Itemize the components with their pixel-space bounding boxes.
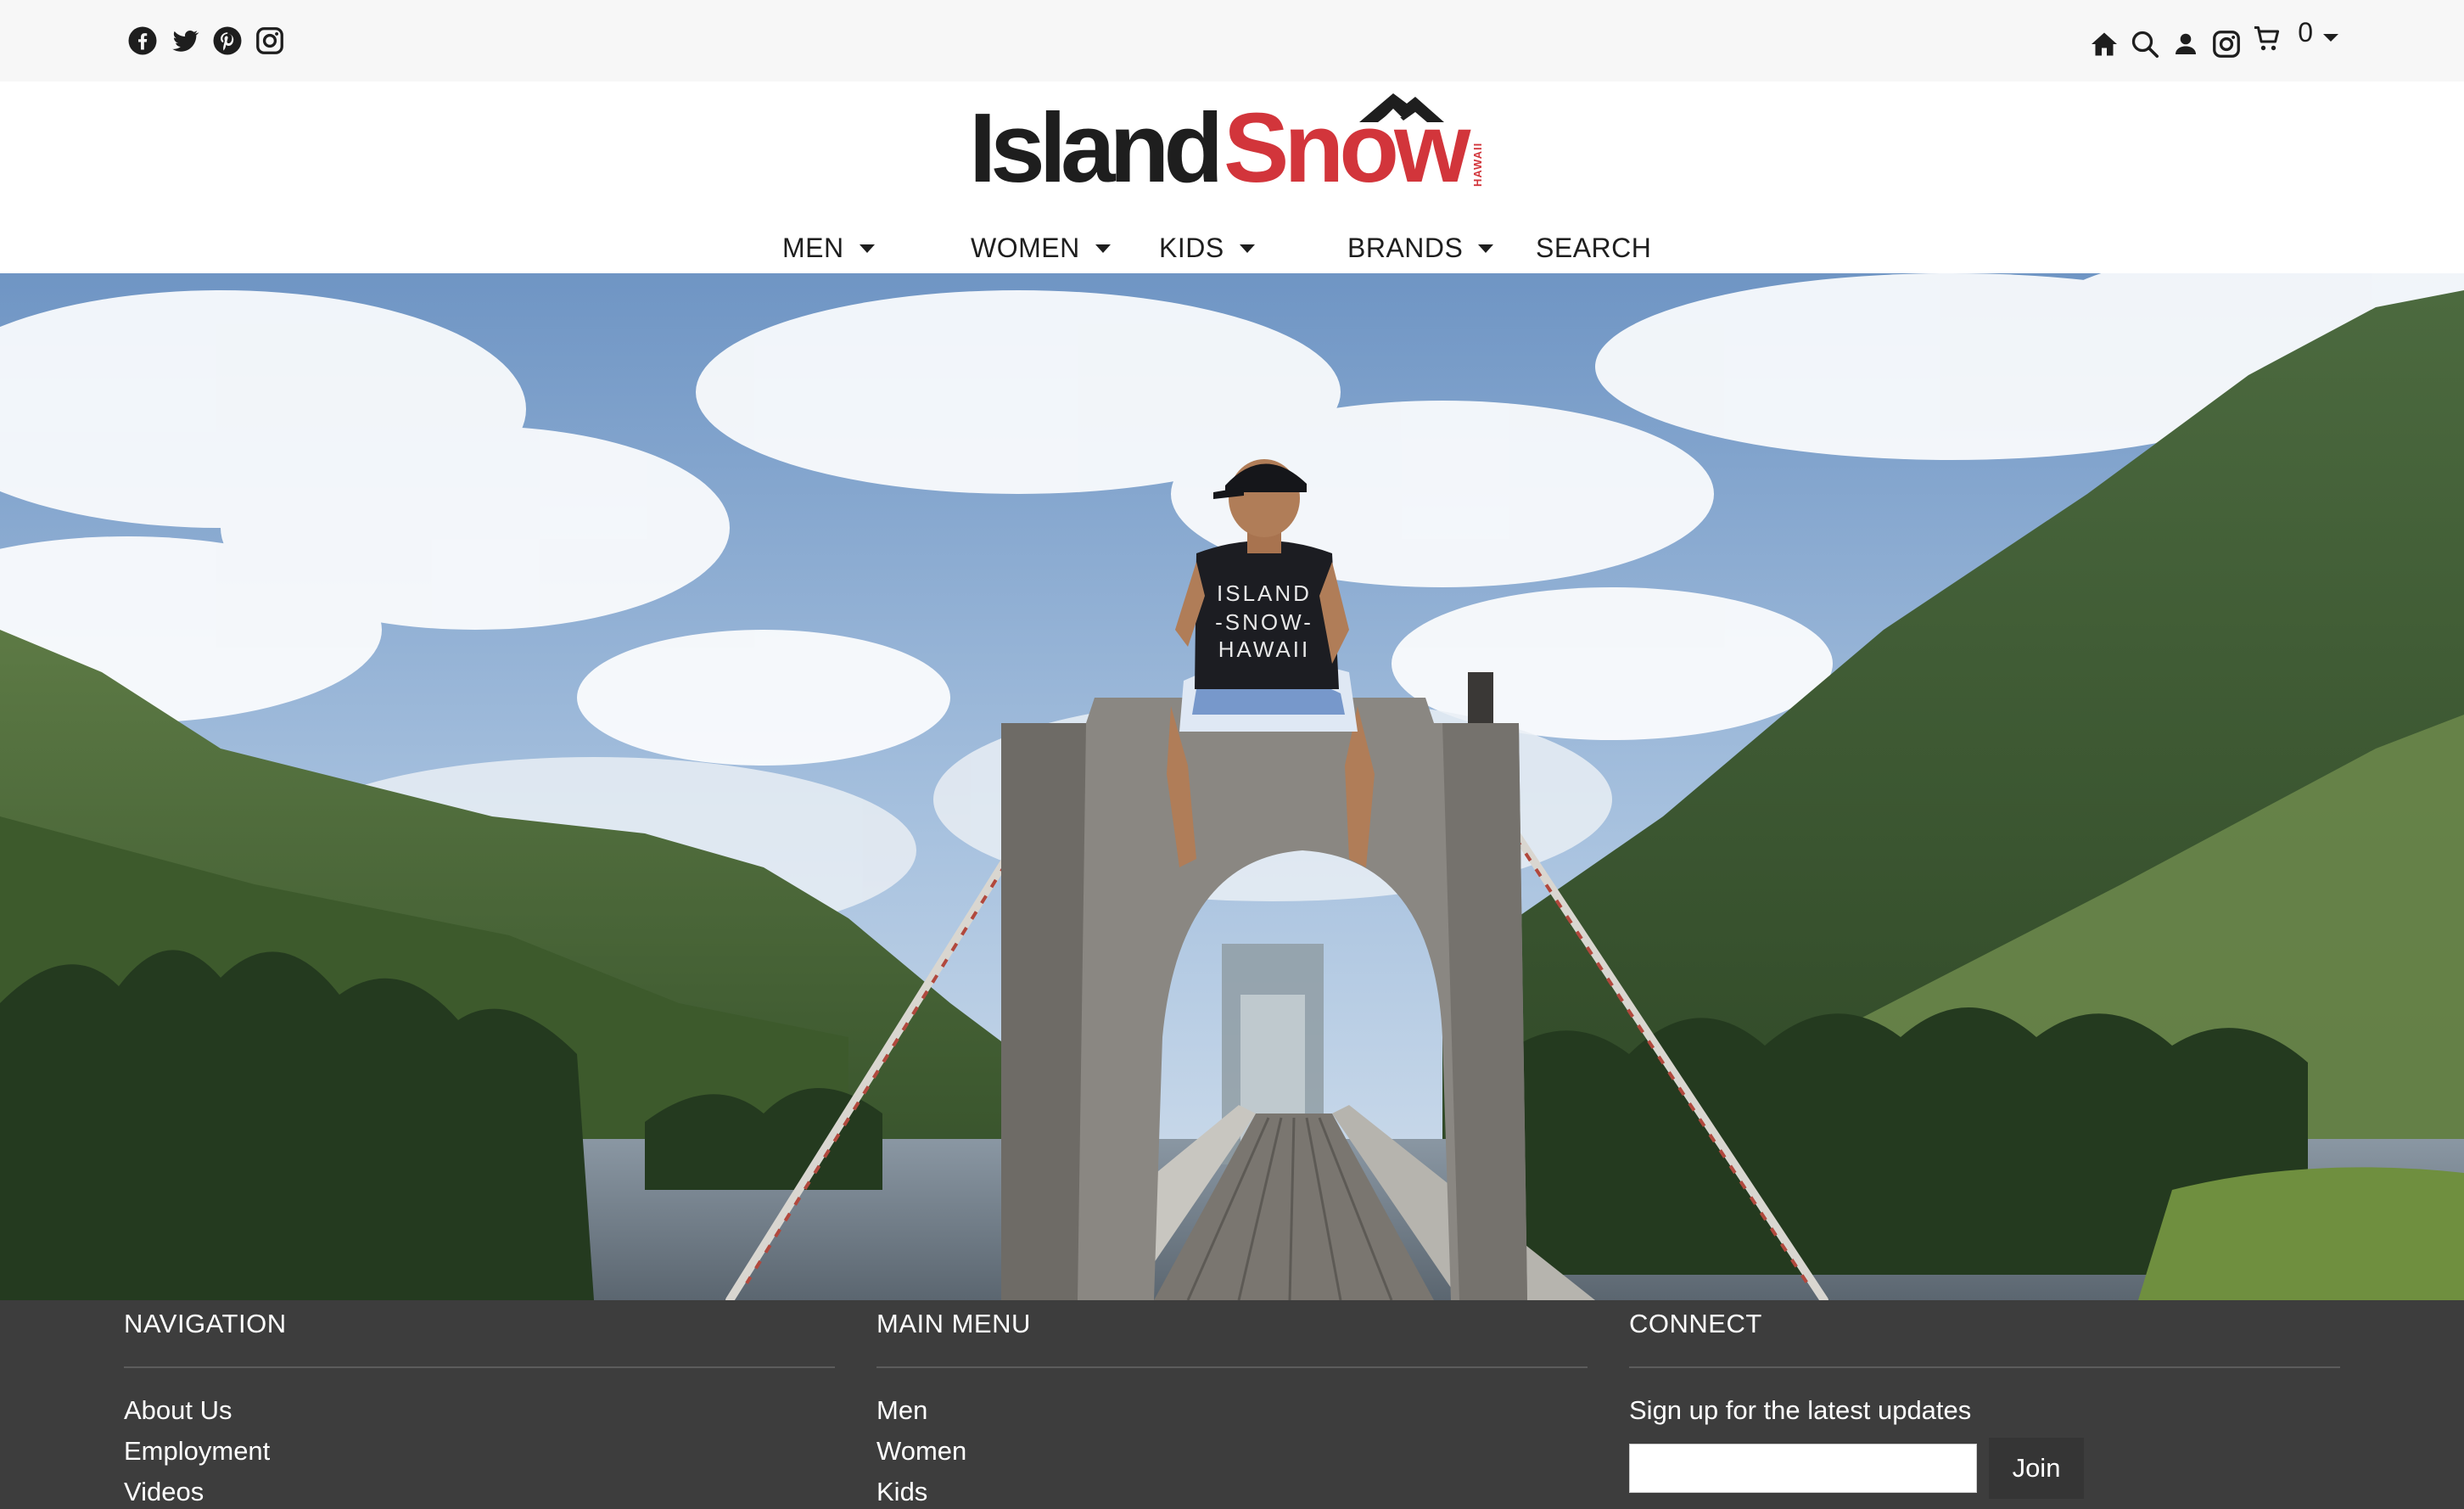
account-icon[interactable] <box>2170 29 2201 59</box>
instagram-icon[interactable] <box>255 25 285 56</box>
footer-link-kids[interactable]: Kids <box>876 1472 1588 1509</box>
main-navigation: MEN WOMEN KIDS BRANDS SEARCH <box>0 233 2464 273</box>
twitter-icon[interactable] <box>170 25 200 56</box>
nav-item-label: BRANDS <box>1347 233 1464 263</box>
chevron-down-icon <box>1478 244 1494 253</box>
nav-item-men[interactable]: MEN <box>782 233 875 264</box>
facebook-icon[interactable] <box>127 25 158 56</box>
chevron-down-icon <box>1239 244 1255 253</box>
footer-connect-title: CONNECT <box>1629 1300 2340 1368</box>
chevron-down-icon <box>859 244 875 253</box>
logo-word-hawaii: HAWAII <box>1471 143 1484 187</box>
signup-text: Sign up for the latest updates <box>1629 1395 1972 1425</box>
footer-navigation: NAVIGATION About Us Employment Videos <box>124 1300 835 1509</box>
footer-link-women[interactable]: Women <box>876 1431 1588 1472</box>
home-icon[interactable] <box>2089 29 2120 59</box>
cart-icon <box>2254 26 2280 51</box>
pinterest-icon[interactable] <box>212 25 243 56</box>
footer-link-videos[interactable]: Videos <box>124 1472 835 1509</box>
footer-navigation-links: About Us Employment Videos <box>124 1368 835 1509</box>
nav-item-label: KIDS <box>1159 233 1224 263</box>
top-utility-bar: 0 <box>0 0 2464 81</box>
nav-item-search[interactable]: SEARCH <box>1536 233 1651 264</box>
shirt-text-line-1: ISLAND <box>1217 581 1312 606</box>
newsletter-email-input[interactable] <box>1629 1444 1977 1493</box>
nav-item-kids[interactable]: KIDS <box>1159 233 1255 264</box>
cart-button[interactable]: 0 <box>2252 19 2338 54</box>
footer-link-men[interactable]: Men <box>876 1390 1588 1431</box>
instagram-icon[interactable] <box>2211 29 2242 59</box>
chevron-down-icon <box>1095 244 1111 253</box>
footer-main-menu-title: MAIN MENU <box>876 1300 1588 1368</box>
nav-item-brands[interactable]: BRANDS <box>1347 233 1494 264</box>
footer-connect: CONNECT Sign up for the latest updates J… <box>1629 1300 2340 1499</box>
shirt-text-line-2: -SNOW- <box>1215 609 1313 635</box>
logo-word-snow: Snow <box>1224 93 1471 197</box>
logo-word-island: Island <box>969 93 1218 197</box>
site-header: Island Snow HAWAII MEN WOMEN KIDS BRANDS… <box>0 81 2464 273</box>
search-icon[interactable] <box>2130 29 2160 59</box>
footer-link-about-us[interactable]: About Us <box>124 1390 835 1431</box>
hero-image: ISLAND -SNOW- HAWAII <box>0 273 2464 1300</box>
cart-count: 0 <box>2298 17 2313 48</box>
footer-main-menu-links: Men Women Kids <box>876 1368 1588 1509</box>
footer-main-menu: MAIN MENU Men Women Kids <box>876 1300 1588 1509</box>
site-footer: NAVIGATION About Us Employment Videos MA… <box>0 1300 2464 1509</box>
nav-item-label: MEN <box>782 233 844 263</box>
island-snow-logo[interactable]: Island Snow HAWAII <box>969 87 1495 197</box>
chevron-down-icon <box>2323 34 2338 42</box>
newsletter-signup: Sign up for the latest updates Join <box>1629 1368 2340 1499</box>
nav-item-label: SEARCH <box>1536 233 1652 263</box>
nav-item-label: WOMEN <box>971 233 1080 263</box>
hero-banner[interactable]: ISLAND -SNOW- HAWAII <box>0 273 2464 1300</box>
nav-item-women[interactable]: WOMEN <box>971 233 1111 264</box>
social-links <box>127 25 285 56</box>
join-button[interactable]: Join <box>1989 1438 2084 1499</box>
shirt-text-line-3: HAWAII <box>1218 637 1311 662</box>
utility-links: 0 <box>2089 19 2338 59</box>
footer-navigation-title: NAVIGATION <box>124 1300 835 1368</box>
footer-link-employment[interactable]: Employment <box>124 1431 835 1472</box>
